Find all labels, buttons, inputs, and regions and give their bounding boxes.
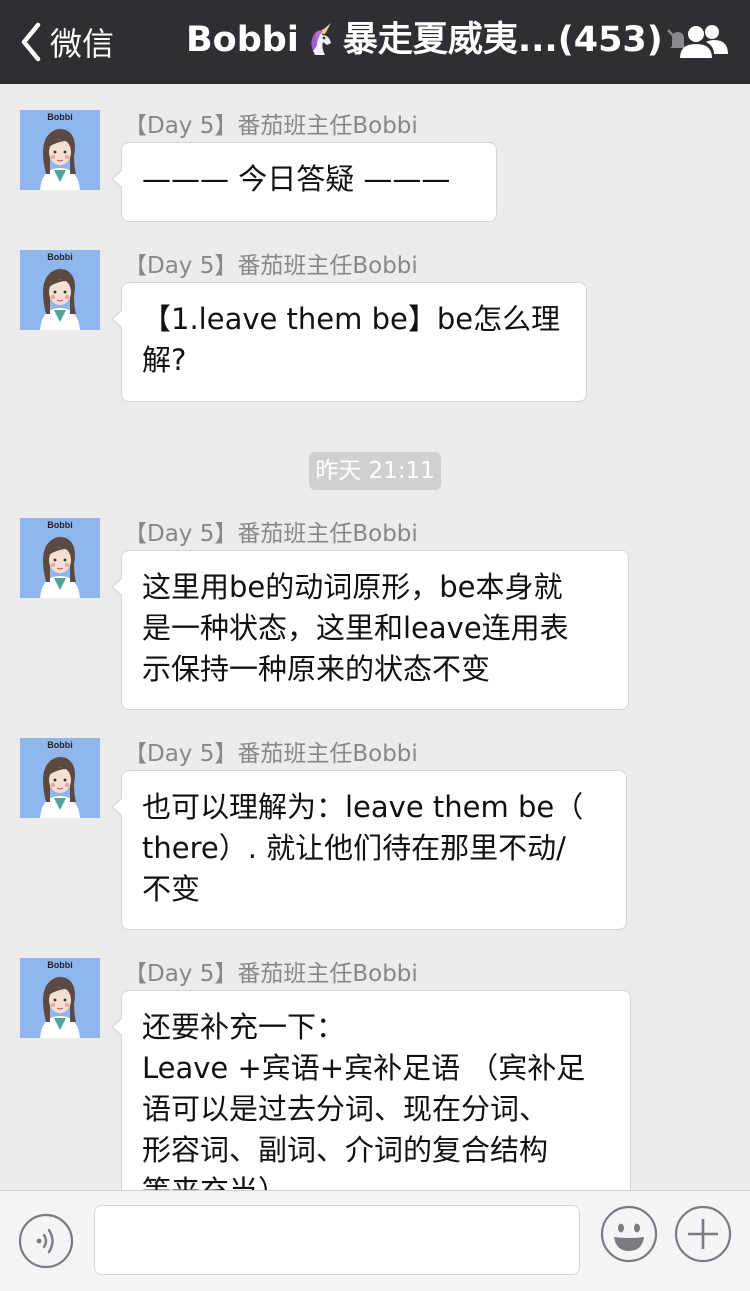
sender-name: 【Day 5】番茄班主任Bobbi: [124, 521, 418, 547]
sender-avatar[interactable]: Bobbi: [20, 250, 100, 330]
title-name: Bobbi: [186, 20, 299, 60]
sender-avatar[interactable]: Bobbi: [20, 738, 100, 818]
input-toolbar: [0, 1190, 750, 1291]
sender-name: 【Day 5】番茄班主任Bobbi: [124, 741, 418, 767]
message-bubble[interactable]: 这里用be的动词原形，be本身就 是一种状态，这里和leave连用表 示保持一种…: [111, 550, 629, 710]
back-button[interactable]: 微信: [14, 0, 114, 84]
chat-area[interactable]: Bobbi 【Day 5】番茄班主任Bobbi ——— 今日答疑 ——— Bob…: [0, 84, 750, 1190]
message-bubble[interactable]: 【1.leave them be】be怎么理 解?: [111, 282, 587, 402]
message-bubble[interactable]: ——— 今日答疑 ———: [111, 142, 497, 222]
chat-title: Bobbi 暴走夏威夷...(453): [186, 0, 663, 84]
avatar-label: Bobbi: [47, 740, 73, 750]
message-bubble[interactable]: 也可以理解为：leave them be（ there）. 就让他们待在那里不动…: [111, 770, 627, 930]
timestamp-badge: 昨天 21:11: [309, 452, 441, 490]
sender-name: 【Day 5】番茄班主任Bobbi: [124, 961, 418, 987]
back-label: 微信: [50, 25, 115, 63]
chevron-left-icon: [21, 22, 41, 62]
unicorn-emoji-icon: [311, 23, 331, 55]
emoji-icon[interactable]: [600, 1205, 658, 1263]
plus-icon[interactable]: [674, 1205, 732, 1263]
avatar-illustration: [40, 757, 80, 818]
avatar-label: Bobbi: [47, 112, 73, 122]
avatar-illustration: [40, 269, 80, 330]
avatar-illustration: [40, 129, 80, 190]
avatar-illustration: [40, 977, 80, 1038]
message-input[interactable]: [94, 1205, 580, 1275]
avatar-label: Bobbi: [47, 520, 73, 530]
avatar-illustration: [40, 537, 80, 598]
voice-input-icon[interactable]: [18, 1213, 74, 1269]
chat-header: 微信 Bobbi 暴走夏威夷...(453): [0, 0, 750, 84]
title-group-info: 暴走夏威夷...(453): [342, 20, 663, 60]
group-members-icon[interactable]: [676, 18, 732, 66]
avatar-label: Bobbi: [47, 960, 73, 970]
sender-name: 【Day 5】番茄班主任Bobbi: [124, 113, 418, 139]
sender-avatar[interactable]: Bobbi: [20, 518, 100, 598]
sender-avatar[interactable]: Bobbi: [20, 958, 100, 1038]
avatar-label: Bobbi: [47, 252, 73, 262]
sender-name: 【Day 5】番茄班主任Bobbi: [124, 253, 418, 279]
sender-avatar[interactable]: Bobbi: [20, 110, 100, 190]
message-bubble[interactable]: 还要补充一下： Leave +宾语+宾补足语 （宾补足 语可以是过去分词、现在分…: [111, 990, 631, 1190]
